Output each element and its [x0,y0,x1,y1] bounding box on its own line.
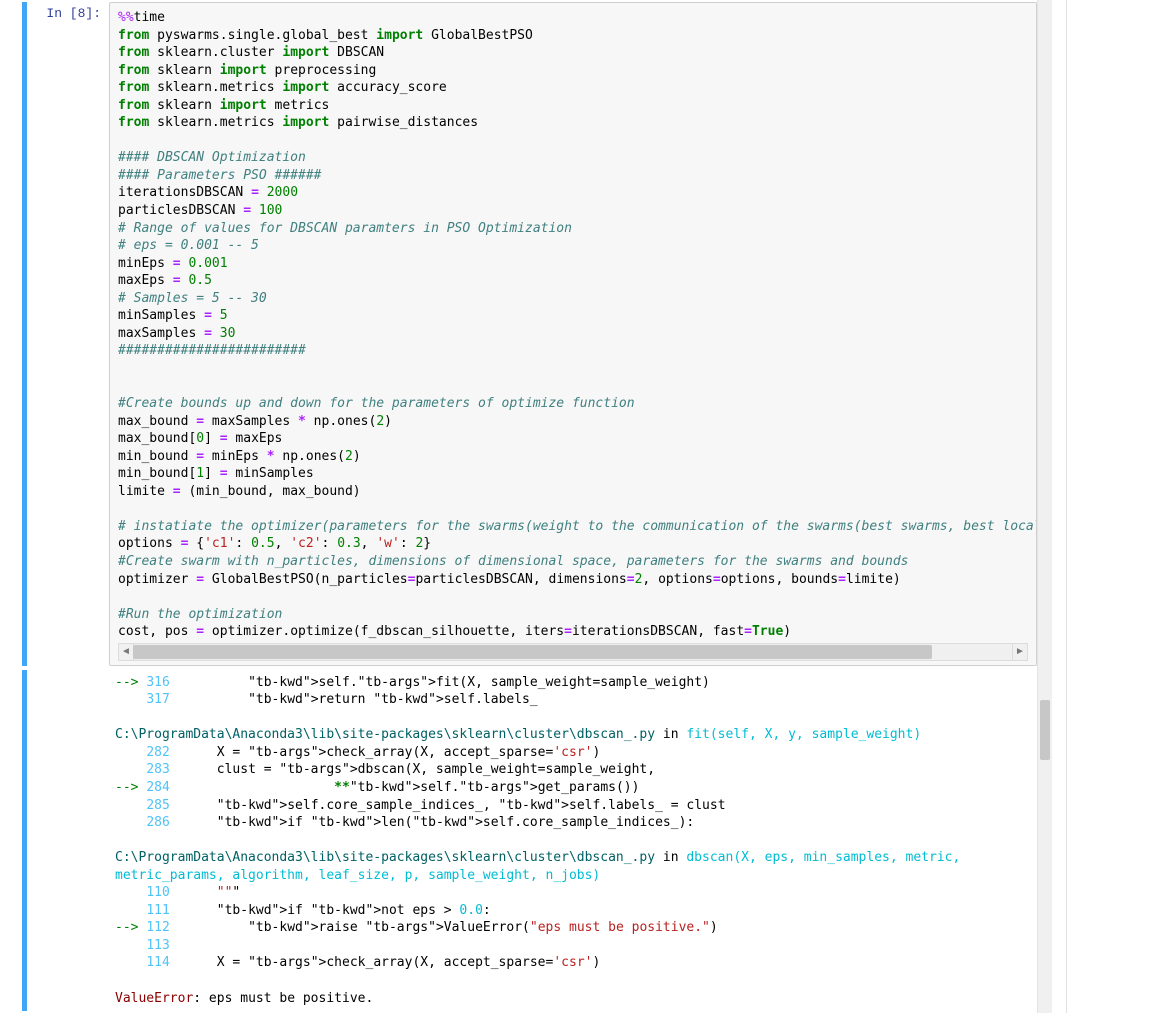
vscroll-thumb[interactable] [1040,700,1050,760]
notebook-container: In [8]: %%time from pyswarms.single.glob… [0,0,1152,1013]
cell-run-indicator [22,670,27,1011]
traceback-output[interactable]: --> 316 "tb-kwd">self."tb-args">fit(X, s… [109,670,1031,1011]
input-prompt: In [8]: [29,2,109,666]
code-text[interactable]: %%time from pyswarms.single.global_best … [118,9,1028,641]
horizontal-scrollbar[interactable]: ◄ ► [118,643,1028,659]
vertical-scrollbar[interactable] [1037,0,1052,1013]
scroll-left-icon[interactable]: ◄ [119,644,134,660]
code-input-area[interactable]: %%time from pyswarms.single.global_best … [109,2,1037,666]
cell-run-indicator [22,2,27,666]
right-border [1066,0,1067,1013]
scroll-thumb[interactable] [133,645,932,659]
output-prompt [29,670,109,1011]
output-cell: --> 316 "tb-kwd">self."tb-args">fit(X, s… [22,668,1152,1013]
scroll-right-icon[interactable]: ► [1012,644,1027,660]
code-cell: In [8]: %%time from pyswarms.single.glob… [22,0,1152,668]
